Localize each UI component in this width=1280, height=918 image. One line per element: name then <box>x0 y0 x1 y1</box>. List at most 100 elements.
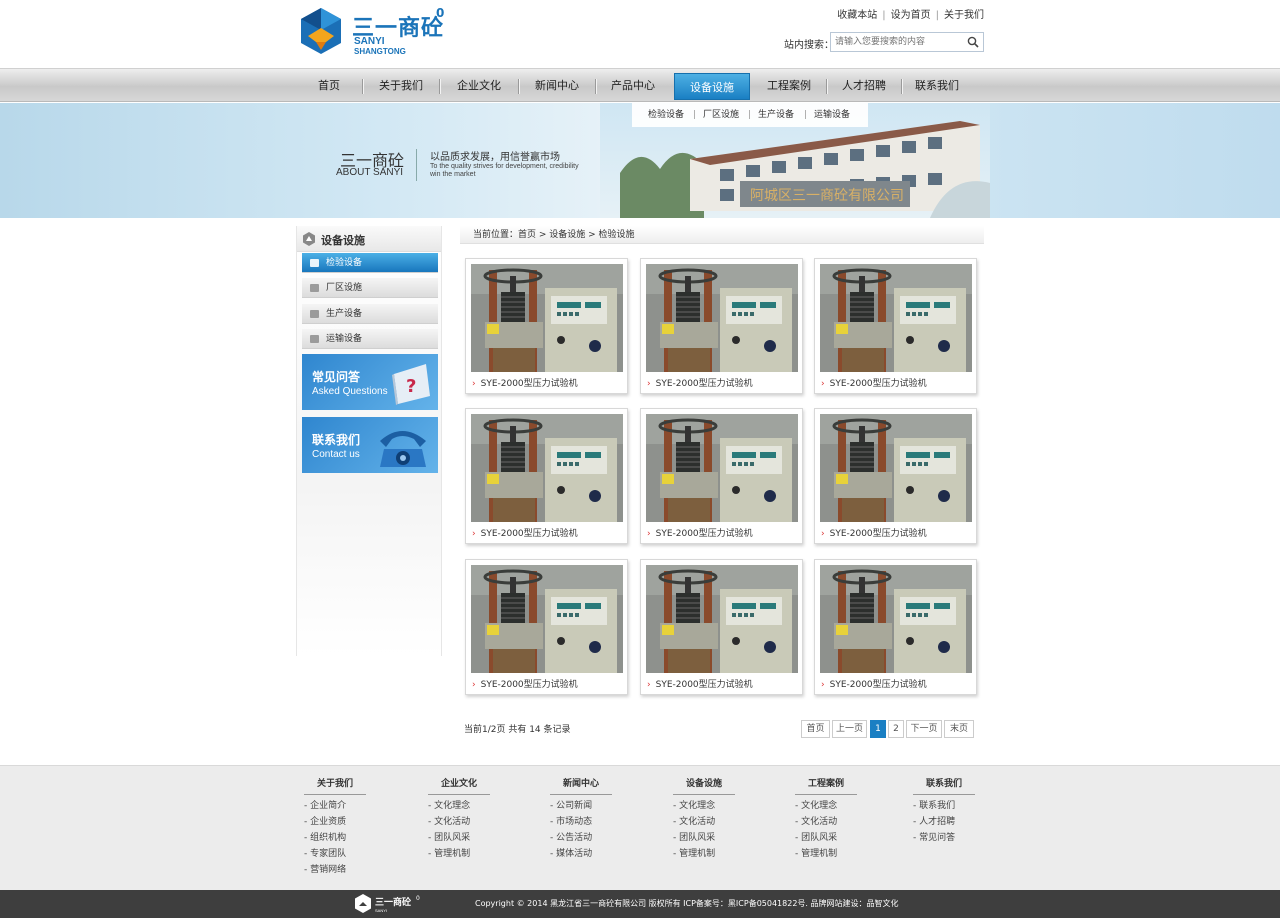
footer-link[interactable]: - 文化理念 <box>795 801 857 811</box>
footer-link[interactable]: - 组织机构 <box>304 833 366 843</box>
nav-home[interactable]: 首页 <box>296 69 362 103</box>
footer-link[interactable]: - 管理机制 <box>673 849 735 859</box>
product-card[interactable]: › SYE-2000型压力试验机 <box>814 559 977 695</box>
product-caption[interactable]: › SYE-2000型压力试验机 <box>647 677 753 690</box>
product-caption[interactable]: › SYE-2000型压力试验机 <box>821 526 927 539</box>
product-card[interactable]: › SYE-2000型压力试验机 <box>814 258 977 394</box>
product-card[interactable]: › SYE-2000型压力试验机 <box>640 258 803 394</box>
product-image[interactable] <box>646 414 798 522</box>
nav-news[interactable]: 新闻中心 <box>519 69 595 103</box>
footer-link[interactable]: - 文化活动 <box>428 817 490 827</box>
footer-link[interactable]: - 媒体活动 <box>550 849 612 859</box>
bullet-icon <box>310 259 319 267</box>
product-photo <box>646 264 798 372</box>
product-caption[interactable]: › SYE-2000型压力试验机 <box>647 376 753 389</box>
product-image[interactable] <box>820 414 972 522</box>
nav-contact[interactable]: 联系我们 <box>902 69 972 103</box>
first-page-button[interactable]: 首页 <box>801 720 830 738</box>
search-icon[interactable] <box>967 36 979 48</box>
subnav-transport[interactable]: 运输设备 <box>814 103 850 127</box>
link-prefix: - <box>795 817 799 827</box>
footer-column-title: 企业文化 <box>428 776 490 795</box>
footer-link[interactable]: - 管理机制 <box>795 849 857 859</box>
footer-link[interactable]: - 文化活动 <box>795 817 857 827</box>
bullet-icon: › <box>647 680 651 690</box>
nav-facilities[interactable]: 设备设施 <box>674 73 750 100</box>
page-1-button[interactable]: 1 <box>870 720 886 738</box>
footer-link[interactable]: - 团队风采 <box>428 833 490 843</box>
product-image[interactable] <box>646 565 798 673</box>
footer-link[interactable]: - 市场动态 <box>550 817 612 827</box>
banner: 阿城区三一商砼有限公司 检验设备 | 厂区设施 | 生产设备 | 运输设备 三一… <box>0 103 1280 218</box>
prev-page-button[interactable]: 上一页 <box>832 720 867 738</box>
footer-logo-sup: 0 <box>416 895 420 902</box>
next-page-button[interactable]: 下一页 <box>906 720 942 738</box>
product-card[interactable]: › SYE-2000型压力试验机 <box>465 408 628 544</box>
footer-link[interactable]: - 常见问答 <box>913 833 975 843</box>
footer-link[interactable]: - 企业简介 <box>304 801 366 811</box>
subnav-inspection[interactable]: 检验设备 <box>648 103 684 127</box>
footer-link[interactable]: - 文化理念 <box>673 801 735 811</box>
link-prefix: - <box>795 849 799 859</box>
subnav-plant[interactable]: 厂区设施 <box>703 103 739 127</box>
last-page-button[interactable]: 末页 <box>944 720 974 738</box>
nav-culture[interactable]: 企业文化 <box>440 69 518 103</box>
footer-link[interactable]: - 联系我们 <box>913 801 975 811</box>
page-2-button[interactable]: 2 <box>888 720 904 738</box>
product-card[interactable]: › SYE-2000型压力试验机 <box>465 559 628 695</box>
link-prefix: - <box>673 849 677 859</box>
product-card[interactable]: › SYE-2000型压力试验机 <box>640 408 803 544</box>
subnav-production[interactable]: 生产设备 <box>758 103 794 127</box>
footer-link[interactable]: - 团队风采 <box>795 833 857 843</box>
site-logo[interactable]: 三一商砼 0 SANYI SHANGTONG <box>296 6 456 60</box>
nav-jobs[interactable]: 人才招聘 <box>827 69 901 103</box>
footer-link[interactable]: - 公司新闻 <box>550 801 612 811</box>
faq-banner[interactable]: 常见问答 Asked Questions ? <box>302 354 438 410</box>
product-image[interactable] <box>471 565 623 673</box>
nav-cases[interactable]: 工程案例 <box>752 69 826 103</box>
product-name: SYE-2000型压力试验机 <box>655 680 753 690</box>
product-name: SYE-2000型压力试验机 <box>829 680 927 690</box>
footer-link[interactable]: - 营销网络 <box>304 865 366 875</box>
product-caption[interactable]: › SYE-2000型压力试验机 <box>647 526 753 539</box>
product-caption[interactable]: › SYE-2000型压力试验机 <box>821 677 927 690</box>
footer-link[interactable]: - 专家团队 <box>304 849 366 859</box>
footer-link[interactable]: - 企业资质 <box>304 817 366 827</box>
nav-products[interactable]: 产品中心 <box>596 69 670 103</box>
sidebar-item-production[interactable]: 生产设备 <box>302 304 438 324</box>
nav-about[interactable]: 关于我们 <box>363 69 439 103</box>
sidebar-item-plant[interactable]: 厂区设施 <box>302 278 438 298</box>
product-image[interactable] <box>820 264 972 372</box>
breadcrumb: 当前位置：首页 > 设备设施 > 检验设施 <box>460 226 984 244</box>
faq-title-en: Asked Questions <box>312 386 388 397</box>
logo-icon <box>301 8 341 54</box>
footer-link-label: 团队风采 <box>801 833 838 843</box>
product-card[interactable]: › SYE-2000型压力试验机 <box>814 408 977 544</box>
product-image[interactable] <box>471 264 623 372</box>
bookmark-link[interactable]: 收藏本站 <box>837 6 877 21</box>
link-prefix: - <box>304 833 308 843</box>
search-input[interactable] <box>835 35 961 49</box>
footer-link[interactable]: - 管理机制 <box>428 849 490 859</box>
sidebar-item-inspection[interactable]: 检验设备 <box>302 253 438 273</box>
about-us-link[interactable]: 关于我们 <box>944 6 984 21</box>
footer-link[interactable]: - 文化理念 <box>428 801 490 811</box>
product-image[interactable] <box>471 414 623 522</box>
footer-link[interactable]: - 人才招聘 <box>913 817 975 827</box>
product-caption[interactable]: › SYE-2000型压力试验机 <box>472 526 578 539</box>
product-card[interactable]: › SYE-2000型压力试验机 <box>640 559 803 695</box>
sidebar-item-transport[interactable]: 运输设备 <box>302 329 438 349</box>
footer-link[interactable]: - 文化活动 <box>673 817 735 827</box>
product-image[interactable] <box>820 565 972 673</box>
footer-link[interactable]: - 团队风采 <box>673 833 735 843</box>
product-card[interactable]: › SYE-2000型压力试验机 <box>465 258 628 394</box>
set-homepage-link[interactable]: 设为首页 <box>891 6 931 21</box>
product-caption[interactable]: › SYE-2000型压力试验机 <box>821 376 927 389</box>
product-caption[interactable]: › SYE-2000型压力试验机 <box>472 376 578 389</box>
product-caption[interactable]: › SYE-2000型压力试验机 <box>472 677 578 690</box>
logo-text-en1: SANYI <box>354 36 385 47</box>
logo-superscript: 0 <box>436 6 445 20</box>
footer-link[interactable]: - 公告活动 <box>550 833 612 843</box>
product-image[interactable] <box>646 264 798 372</box>
contact-banner[interactable]: 联系我们 Contact us <box>302 417 438 473</box>
